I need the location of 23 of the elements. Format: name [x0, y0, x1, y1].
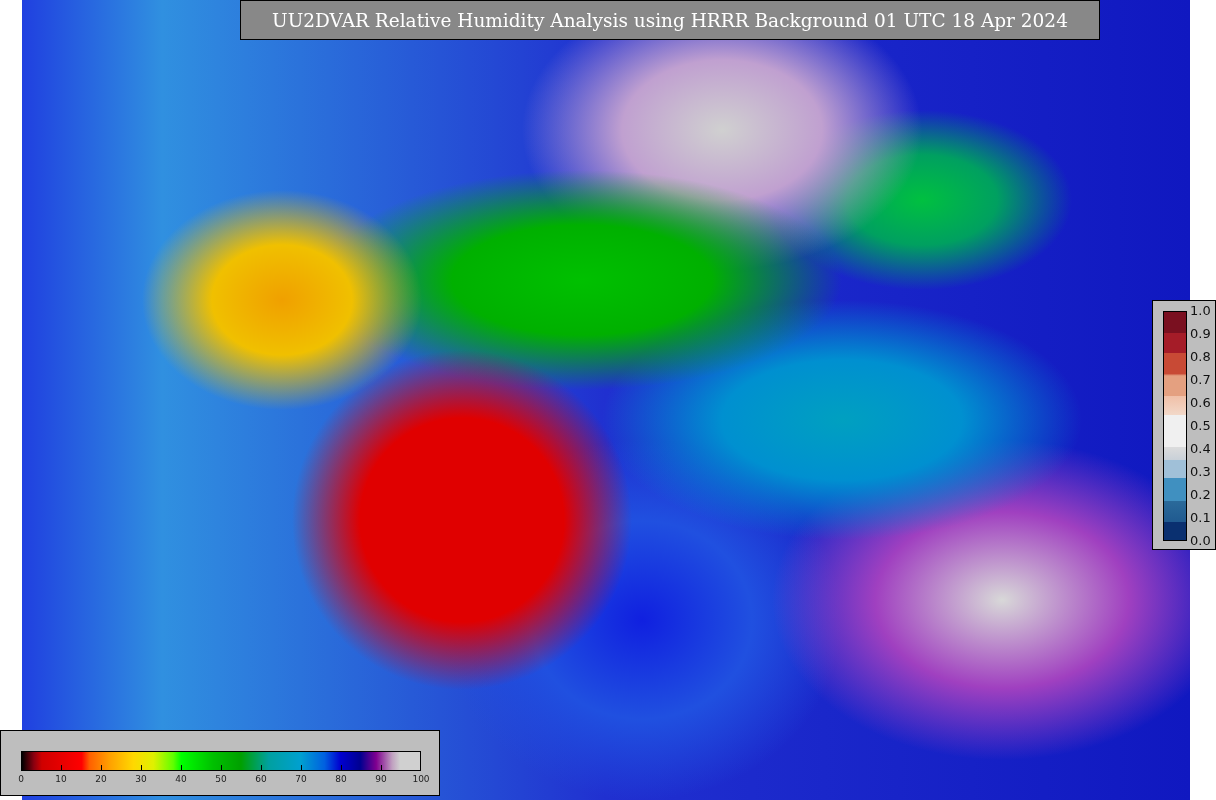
tick-label: 0.5	[1190, 419, 1211, 433]
map-title: UU2DVAR Relative Humidity Analysis using HRRR Background 01 UTC 18 Apr 2024	[240, 0, 1100, 40]
tick-label: 60	[255, 774, 267, 784]
tick-label: 0.2	[1190, 488, 1211, 502]
tick-label: 0.3	[1190, 465, 1211, 479]
tick-label: 0.9	[1190, 327, 1211, 341]
tick-label: 0.6	[1190, 396, 1211, 410]
tick-label: 40	[175, 774, 187, 784]
tick-label: 100	[412, 774, 430, 784]
tick-label: 70	[295, 774, 307, 784]
tick-label: 0.7	[1190, 373, 1211, 387]
tick-label: 50	[215, 774, 227, 784]
tick-label: 0.8	[1190, 350, 1211, 364]
tick-label: 10	[55, 774, 67, 784]
tick-label: 0.4	[1190, 442, 1211, 456]
tick-label: 1.0	[1190, 304, 1211, 318]
tick-label: 0.1	[1190, 511, 1211, 525]
tick-label: 20	[95, 774, 107, 784]
tick-label: 30	[135, 774, 147, 784]
tick-label: 0.0	[1190, 534, 1211, 548]
tick-label: 0	[18, 774, 24, 784]
tick-label: 90	[375, 774, 387, 784]
tick-label: 80	[335, 774, 347, 784]
